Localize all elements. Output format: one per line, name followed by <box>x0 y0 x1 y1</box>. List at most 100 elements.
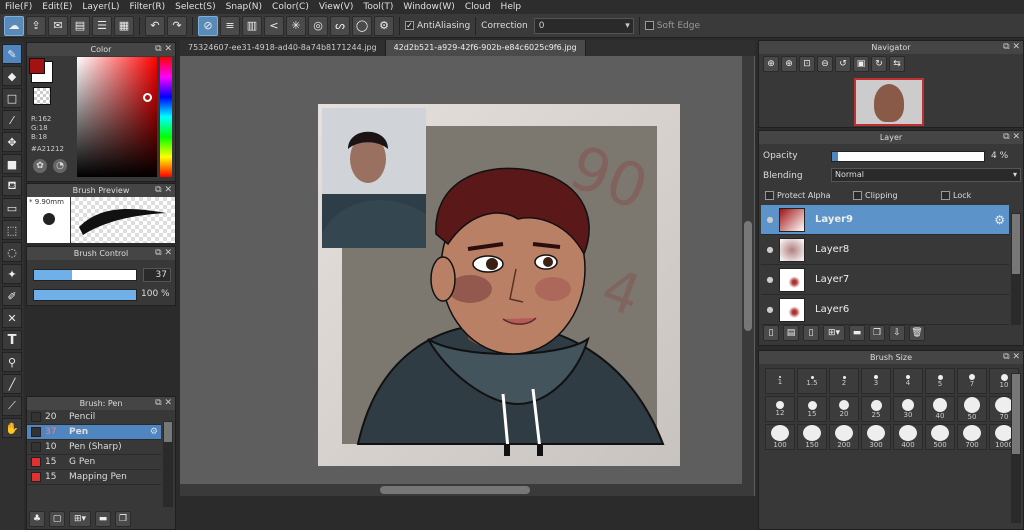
undo-icon[interactable]: ↶ <box>145 15 165 36</box>
palette-icon[interactable]: ✿ <box>33 159 47 173</box>
zoom-in-icon[interactable]: ⊕ <box>781 56 797 72</box>
menu-color[interactable]: Color(C) <box>267 2 314 12</box>
brush-size-preset[interactable]: 4 <box>893 368 923 394</box>
menu-view[interactable]: View(V) <box>314 2 359 12</box>
blending-select[interactable]: Normal ▾ <box>831 168 1021 182</box>
color-picker-cursor[interactable] <box>143 93 152 102</box>
select-tool-icon[interactable]: ⬚ <box>2 220 22 240</box>
snap-grid-icon[interactable]: ▥ <box>242 15 262 36</box>
eraser-tool-icon[interactable]: ◆ <box>2 66 22 86</box>
brush-size-preset[interactable]: 1.5 <box>797 368 827 394</box>
bucket-tool-icon[interactable]: ⛾ <box>2 176 22 196</box>
grid-icon[interactable]: ▦ <box>114 15 134 36</box>
brush-size-preset[interactable]: 400 <box>893 424 923 450</box>
brush-item-g-pen[interactable]: 15 G Pen <box>27 455 161 470</box>
cloud-icon[interactable]: ☁ <box>4 15 24 36</box>
fill-rect-tool-icon[interactable]: ■ <box>2 154 22 174</box>
divide-tool-icon[interactable]: ╱ <box>2 374 22 394</box>
layer-row-layer6[interactable]: ● Layer6 <box>761 295 1009 325</box>
rectangle-tool-icon[interactable]: □ <box>2 88 22 108</box>
brush-size-preset[interactable]: 3 <box>861 368 891 394</box>
snap-vanish-icon[interactable]: < <box>264 15 284 36</box>
new-brush-icon[interactable]: ⊞▾ <box>69 511 91 527</box>
new-halftone-layer-icon[interactable]: ▤ <box>783 325 799 341</box>
zoom-out-icon[interactable]: ⊖ <box>817 56 833 72</box>
eye-icon[interactable]: ● <box>761 215 779 224</box>
brush-list-scrollbar[interactable] <box>163 421 173 507</box>
gradient-tool-icon[interactable]: ▭ <box>2 198 22 218</box>
brush-opacity-slider[interactable] <box>33 289 137 301</box>
brush-size-preset[interactable]: 7 <box>957 368 987 394</box>
scroll-thumb[interactable] <box>1012 374 1020 454</box>
gear-icon[interactable]: ⚙ <box>994 213 1009 227</box>
merge-layer-icon[interactable]: ⇩ <box>889 325 905 341</box>
snap-ellipse-icon[interactable]: ◯ <box>352 15 372 36</box>
soft-edge-toggle[interactable]: Soft Edge <box>644 21 700 31</box>
snap-radial-icon[interactable]: ✳ <box>286 15 306 36</box>
brush-item-pencil[interactable]: 20 Pencil <box>27 410 161 425</box>
canvas-vertical-scrollbar[interactable] <box>742 56 754 496</box>
scroll-thumb[interactable] <box>744 221 752 331</box>
snap-curve-icon[interactable]: ᔕ <box>330 15 350 36</box>
snap-parallel-icon[interactable]: ≡ <box>220 15 240 36</box>
chat-icon[interactable]: ✉ <box>48 15 68 36</box>
brush-size-preset[interactable]: 200 <box>829 424 859 450</box>
brush-size-preset[interactable]: 12 <box>765 396 795 422</box>
zoom-in-icon[interactable]: ⊕ <box>763 56 779 72</box>
navigator-preview[interactable] <box>854 78 924 126</box>
reset-view-icon[interactable]: ▣ <box>853 56 869 72</box>
text-tool-icon[interactable]: T <box>2 330 22 350</box>
panel-controls-icon[interactable]: ⧉ ✕ <box>155 43 172 56</box>
brush-size-preset[interactable]: 700 <box>957 424 987 450</box>
layer-list-scrollbar[interactable] <box>1011 213 1021 325</box>
export-icon[interactable]: ⇪ <box>26 15 46 36</box>
brush-size-preset[interactable]: 50 <box>957 396 987 422</box>
duplicate-layer-icon[interactable]: ❐ <box>869 325 885 341</box>
add-layer-menu-icon[interactable]: ⊞▾ <box>823 325 845 341</box>
layer-row-layer8[interactable]: ● Layer8 <box>761 235 1009 265</box>
color-history-icon[interactable]: ◔ <box>53 159 67 173</box>
brush-size-preset[interactable]: 150 <box>797 424 827 450</box>
dot-tool-icon[interactable]: ⁄ <box>2 110 22 130</box>
rotate-right-icon[interactable]: ↻ <box>871 56 887 72</box>
tab-document-2[interactable]: 42d2b521-a929-42f6-902b-e84c6025c9f6.jpg <box>385 40 586 56</box>
menu-file[interactable]: File(F) <box>0 2 37 12</box>
brush-size-preset[interactable]: 2 <box>829 368 859 394</box>
new-layer-icon[interactable]: ▯ <box>803 325 819 341</box>
layer-row-layer7[interactable]: ● Layer7 <box>761 265 1009 295</box>
brush-item-mapping-pen[interactable]: 15 Mapping Pen <box>27 470 161 485</box>
drawing-canvas[interactable]: 90 4 <box>318 104 680 466</box>
scroll-thumb[interactable] <box>380 486 530 494</box>
panel-controls-icon[interactable]: ⧉ ✕ <box>155 247 172 260</box>
brush-size-preset[interactable]: 300 <box>861 424 891 450</box>
snap-settings-icon[interactable]: ⚙ <box>374 15 394 36</box>
snap-circle-icon[interactable]: ◎ <box>308 15 328 36</box>
fit-icon[interactable]: ⊡ <box>799 56 815 72</box>
panel-controls-icon[interactable]: ⧉ ✕ <box>155 397 172 410</box>
rotate-left-icon[interactable]: ↺ <box>835 56 851 72</box>
brush-size-scrollbar[interactable] <box>1011 373 1021 523</box>
brush-size-preset[interactable]: 5 <box>925 368 955 394</box>
transparent-color-swatch[interactable] <box>33 87 51 105</box>
hue-slider[interactable] <box>160 57 172 177</box>
menu-tool[interactable]: Tool(T) <box>358 2 398 12</box>
brush-size-preset[interactable]: 25 <box>861 396 891 422</box>
eyedropper-tool-icon[interactable]: ⟋ <box>2 396 22 416</box>
brush-size-slider[interactable] <box>33 269 137 281</box>
scroll-thumb[interactable] <box>164 422 172 442</box>
tab-document-1[interactable]: 75324607-ee31-4918-ad40-8a74b8171244.jpg <box>180 40 386 56</box>
panel-controls-icon[interactable]: ⧉ ✕ <box>155 184 172 197</box>
brush-size-preset[interactable]: 40 <box>925 396 955 422</box>
brush-item-pen[interactable]: 37 Pen ⚙ <box>27 425 161 440</box>
brush-size-preset[interactable]: 20 <box>829 396 859 422</box>
brush-size-preset[interactable]: 15 <box>797 396 827 422</box>
panel-controls-icon[interactable]: ⧉ ✕ <box>1003 41 1020 54</box>
select-pen-tool-icon[interactable]: ✐ <box>2 286 22 306</box>
folder-icon[interactable]: ▬ <box>95 511 111 527</box>
brush-size-preset[interactable]: 30 <box>893 396 923 422</box>
lock-toggle[interactable]: Lock <box>941 191 971 200</box>
eye-icon[interactable]: ● <box>761 245 779 254</box>
brush-tool-icon[interactable]: ✎ <box>2 44 22 64</box>
magic-wand-tool-icon[interactable]: ✦ <box>2 264 22 284</box>
brush-item-pen-sharp[interactable]: 10 Pen (Sharp) <box>27 440 161 455</box>
